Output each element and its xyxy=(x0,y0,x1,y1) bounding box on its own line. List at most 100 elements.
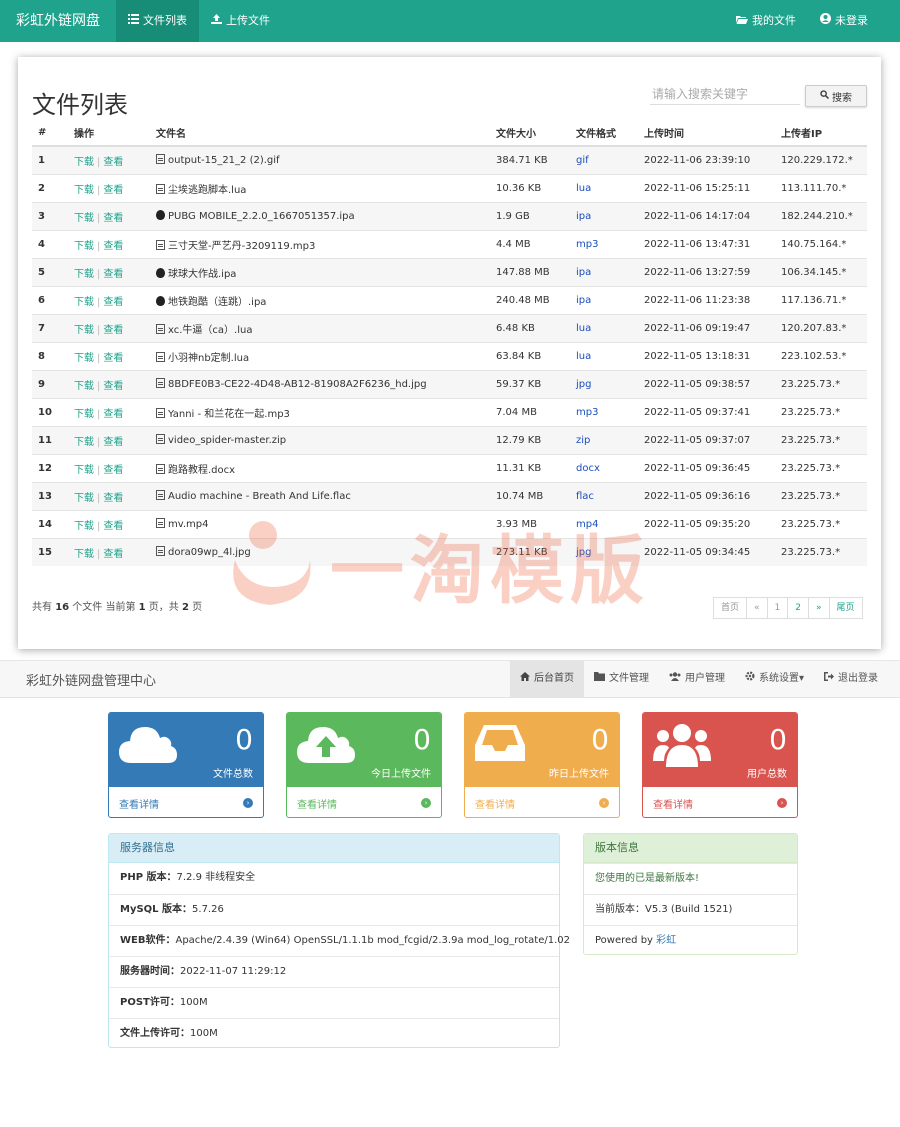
nav-login-status[interactable]: 未登录 xyxy=(808,0,880,42)
folder-icon xyxy=(593,660,605,698)
table-row: 4 下载 | 查看 三寸天堂-严艺丹-3209119.mp3 4.4 MB mp3 2022-… xyxy=(32,229,867,258)
home-icon xyxy=(519,660,530,698)
server-info-key: PHP 版本： xyxy=(120,872,177,883)
download-link[interactable]: 下载 xyxy=(74,521,94,532)
table-row: 9 下载 | 查看 8BDFE0B3-CE22-4D48-AB12-81908A2F62… xyxy=(32,369,867,398)
row-filename[interactable]: 8BDFE0B3-CE22-4D48-AB12-81908A2F6236_hd.… xyxy=(150,369,490,398)
download-link[interactable]: 下载 xyxy=(74,269,94,280)
view-link[interactable]: 查看 xyxy=(103,437,123,448)
users-icon xyxy=(653,723,711,770)
action-separator: | xyxy=(97,184,101,196)
view-link[interactable]: 查看 xyxy=(103,213,123,224)
table-row: 1 下载 | 查看 output-15_21_2 (2).gif 384.71 KB gif… xyxy=(32,145,867,174)
search-input[interactable] xyxy=(650,83,800,105)
row-size: 6.48 KB xyxy=(490,313,570,342)
admin-nav-settings[interactable]: 系统设置▾ xyxy=(735,660,814,698)
pager-first[interactable]: 首页 xyxy=(713,597,748,619)
download-link[interactable]: 下载 xyxy=(74,549,94,560)
row-filename[interactable]: 地铁跑酷（连跳）.ipa xyxy=(150,285,490,314)
row-index: 9 xyxy=(32,369,68,398)
row-filename[interactable]: Audio machine - Breath And Life.flac xyxy=(150,481,490,510)
download-link[interactable]: 下载 xyxy=(74,325,94,336)
pager-page-2[interactable]: 2 xyxy=(787,597,809,619)
row-filename[interactable]: 三寸天堂-严艺丹-3209119.mp3 xyxy=(150,229,490,258)
version-info-title: 版本信息 xyxy=(584,834,797,863)
view-link[interactable]: 查看 xyxy=(103,297,123,308)
powered-by-link[interactable]: 彩虹 xyxy=(656,935,676,946)
view-link[interactable]: 查看 xyxy=(103,353,123,364)
admin-nav-users[interactable]: 用户管理 xyxy=(659,660,735,698)
row-filename[interactable]: xc.牛逼（ca）.lua xyxy=(150,313,490,342)
stat-card: 0 昨日上传文件 查看详情 › xyxy=(464,712,620,818)
row-uploader-ip: 23.225.73.* xyxy=(775,509,867,538)
row-upload-time: 2022-11-06 11:23:38 xyxy=(638,285,775,314)
nav-file-list[interactable]: 文件列表 xyxy=(116,0,199,42)
row-filename[interactable]: mv.mp4 xyxy=(150,509,490,538)
row-uploader-ip: 23.225.73.* xyxy=(775,425,867,454)
row-filename[interactable]: 小羽神nb定制.lua xyxy=(150,341,490,370)
view-link[interactable]: 查看 xyxy=(103,241,123,252)
download-link[interactable]: 下载 xyxy=(74,381,94,392)
search-button[interactable]: 搜索 xyxy=(805,85,867,107)
pager-last[interactable]: 尾页 xyxy=(828,597,863,619)
stat-card: 0 用户总数 查看详情 › xyxy=(642,712,798,818)
download-link[interactable]: 下载 xyxy=(74,437,94,448)
row-filename[interactable]: 跑路教程.docx xyxy=(150,453,490,482)
view-link[interactable]: 查看 xyxy=(103,409,123,420)
table-row: 13 下载 | 查看 Audio machine - Breath And Life.f… xyxy=(32,481,867,510)
row-filename[interactable]: video_spider-master.zip xyxy=(150,425,490,454)
stat-label: 用户总数 xyxy=(747,769,787,780)
download-link[interactable]: 下载 xyxy=(74,241,94,252)
download-link[interactable]: 下载 xyxy=(74,465,94,476)
view-details-link[interactable]: 查看详情 › xyxy=(109,787,263,817)
view-link[interactable]: 查看 xyxy=(103,549,123,560)
view-link[interactable]: 查看 xyxy=(103,493,123,504)
view-link[interactable]: 查看 xyxy=(103,325,123,336)
view-link[interactable]: 查看 xyxy=(103,185,123,196)
file-name: PUBG MOBILE_2.2.0_1667051357.ipa xyxy=(168,211,355,222)
row-filename[interactable]: 球球大作战.ipa xyxy=(150,257,490,286)
view-details-link[interactable]: 查看详情 › xyxy=(465,787,619,817)
admin-brand[interactable]: 彩虹外链网盘管理中心 xyxy=(0,670,156,689)
row-index: 5 xyxy=(32,257,68,286)
pager-page-1[interactable]: 1 xyxy=(766,597,789,619)
apple-icon xyxy=(156,267,165,278)
download-link[interactable]: 下载 xyxy=(74,353,94,364)
file-list-panel: 文件列表 搜索 # 操作 文件名 文件大小 文件格式 上传时间 上传者IP 1下… xyxy=(18,57,881,649)
pager-next[interactable]: » xyxy=(808,597,830,619)
nav-upload[interactable]: 上传文件 xyxy=(199,0,282,42)
pager-prev[interactable]: « xyxy=(746,597,768,619)
nav-my-files[interactable]: 我的文件 xyxy=(724,0,808,42)
view-link[interactable]: 查看 xyxy=(103,465,123,476)
view-link[interactable]: 查看 xyxy=(103,521,123,532)
view-details-label: 查看详情 xyxy=(653,799,693,811)
row-filename[interactable]: dora09wp_4l.jpg xyxy=(150,537,490,566)
admin-nav-logout[interactable]: 退出登录 xyxy=(814,660,888,698)
row-filename[interactable]: output-15_21_2 (2).gif xyxy=(150,145,490,174)
row-filename[interactable]: 尘埃逃跑脚本.lua xyxy=(150,173,490,202)
admin-nav-files[interactable]: 文件管理 xyxy=(584,660,659,698)
view-link[interactable]: 查看 xyxy=(103,157,123,168)
download-link[interactable]: 下载 xyxy=(74,157,94,168)
download-link[interactable]: 下载 xyxy=(74,185,94,196)
download-link[interactable]: 下载 xyxy=(74,409,94,420)
admin-nav-settings-label: 系统设置▾ xyxy=(758,673,804,684)
view-details-link[interactable]: 查看详情 › xyxy=(643,787,797,817)
row-filename[interactable]: PUBG MOBILE_2.2.0_1667051357.ipa xyxy=(150,201,490,230)
server-info-row: 服务器时间：2022-11-07 11:29:12 xyxy=(109,956,559,987)
admin-nav-home[interactable]: 后台首页 xyxy=(509,660,584,698)
row-format: mp4 xyxy=(570,509,638,538)
download-link[interactable]: 下载 xyxy=(74,493,94,504)
row-filename[interactable]: Yanni - 和兰花在一起.mp3 xyxy=(150,397,490,426)
download-link[interactable]: 下载 xyxy=(74,297,94,308)
col-uploader-ip: 上传者IP xyxy=(775,119,867,147)
action-separator: | xyxy=(97,464,101,476)
view-details-link[interactable]: 查看详情 › xyxy=(287,787,441,817)
brand-title[interactable]: 彩虹外链网盘 xyxy=(0,0,116,42)
download-link[interactable]: 下载 xyxy=(74,213,94,224)
page-title: 文件列表 xyxy=(32,91,128,119)
admin-navbar: 彩虹外链网盘管理中心 后台首页 文件管理 用户管理 系统设置▾ 退出登录 xyxy=(0,660,900,698)
view-link[interactable]: 查看 xyxy=(103,269,123,280)
file-file-icon xyxy=(156,351,165,362)
view-link[interactable]: 查看 xyxy=(103,381,123,392)
